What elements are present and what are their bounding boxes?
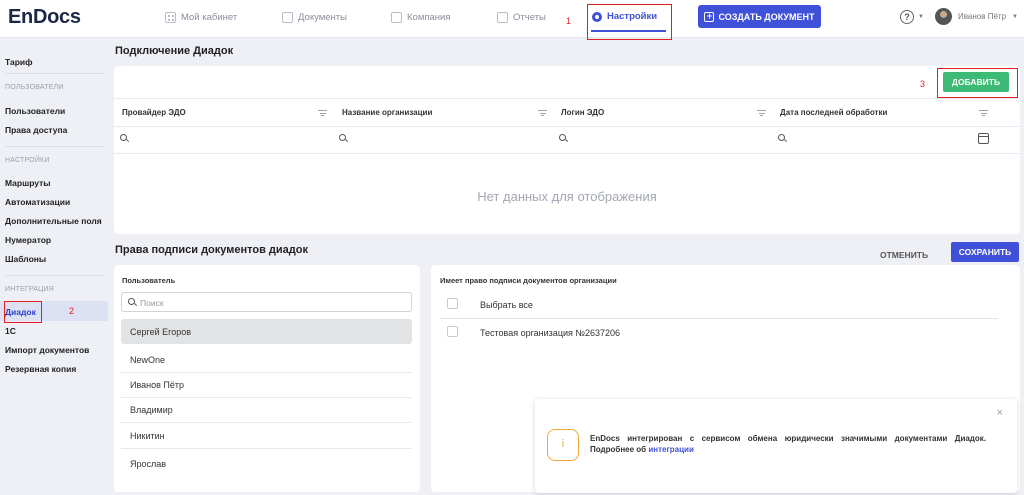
info-icon: i	[547, 429, 579, 461]
search-icon	[128, 298, 135, 305]
org-checkbox[interactable]	[447, 326, 458, 337]
search-input[interactable]: Поиск	[121, 292, 412, 312]
user-item[interactable]: Владимир	[121, 398, 412, 423]
sidebar-item-import[interactable]: Импорт документов	[5, 345, 89, 355]
divider	[5, 146, 105, 147]
nav-company[interactable]: Компания	[391, 12, 450, 23]
sidebar-item-routes[interactable]: Маршруты	[5, 178, 51, 188]
section-integration: ИНТЕГРАЦИЯ	[5, 286, 54, 293]
sidebar-item-access[interactable]: Права доступа	[5, 125, 67, 135]
signing-title: Права подписи документов диадок	[115, 244, 309, 256]
divider	[114, 126, 1020, 127]
sidebar-item-automation[interactable]: Автоматизации	[5, 197, 70, 207]
section-users: ПОЛЬЗОВАТЕЛИ	[5, 84, 64, 91]
integration-link[interactable]: интеграции	[648, 445, 694, 454]
divider	[440, 318, 998, 319]
search-icon[interactable]	[120, 134, 127, 141]
create-document-label: СОЗДАТЬ ДОКУМЕНТ	[718, 11, 815, 22]
nav-label: Мой кабинет	[181, 12, 238, 23]
user-item[interactable]: NewOne	[121, 348, 412, 373]
users-label: Пользователь	[122, 276, 176, 285]
nav-my-cabinet[interactable]: Мой кабинет	[165, 12, 237, 23]
filter-icon[interactable]	[538, 110, 547, 117]
top-header: EnDocs Мой кабинет Документы Компания От…	[0, 0, 1024, 38]
avatar[interactable]	[935, 8, 952, 25]
nav-label: Компания	[407, 12, 451, 23]
filter-icon[interactable]	[979, 110, 988, 117]
user-item[interactable]: Сергей Егоров	[121, 319, 412, 344]
sidebar-item-numerator[interactable]: Нумератор	[5, 235, 51, 245]
search-icon[interactable]	[339, 134, 346, 141]
annotation-box-settings	[587, 4, 672, 40]
connection-card	[114, 66, 1020, 234]
section-settings: НАСТРОЙКИ	[5, 157, 50, 164]
empty-state-text: Нет данных для отображения	[477, 189, 657, 204]
help-icon[interactable]: ?	[900, 10, 914, 24]
close-icon[interactable]: ×	[997, 407, 1003, 419]
user-item[interactable]: Иванов Пётр	[121, 373, 412, 398]
integration-toast: × i EnDocs интегрирован с сервисом обмен…	[535, 399, 1017, 493]
nav-label: Документы	[298, 12, 347, 23]
org-label[interactable]: Тестовая организация №2637206	[480, 328, 620, 338]
chart-icon	[497, 12, 508, 23]
create-document-button[interactable]: + СОЗДАТЬ ДОКУМЕНТ	[698, 5, 821, 28]
nav-label: Отчеты	[513, 12, 546, 23]
user-name[interactable]: Иванов Пётр	[958, 12, 1006, 21]
filter-icon[interactable]	[318, 110, 327, 117]
user-item[interactable]: Никитин	[121, 424, 412, 449]
building-icon	[391, 12, 402, 23]
column-header-provider: Провайдер ЭДО	[122, 108, 186, 117]
filter-icon[interactable]	[757, 110, 766, 117]
user-item[interactable]: Ярослав	[121, 451, 412, 476]
divider	[5, 73, 105, 74]
nav-documents[interactable]: Документы	[282, 12, 347, 23]
divider	[114, 153, 1020, 154]
calendar-icon[interactable]	[978, 133, 989, 144]
select-all-checkbox[interactable]	[447, 298, 458, 309]
annotation-box-diadoc	[4, 301, 42, 323]
column-header-login: Логин ЭДО	[561, 108, 605, 117]
sidebar-item-tariff[interactable]: Тариф	[5, 57, 33, 67]
annotation-box-add	[937, 68, 1018, 98]
search-icon[interactable]	[778, 134, 785, 141]
document-icon	[282, 12, 293, 23]
select-all-label[interactable]: Выбрать все	[480, 300, 533, 310]
search-icon[interactable]	[559, 134, 566, 141]
toast-text: EnDocs интегрирован с сервисом обмена юр…	[590, 433, 986, 455]
sidebar-item-templates[interactable]: Шаблоны	[5, 254, 46, 264]
plus-icon: +	[704, 11, 715, 22]
annotation-number: 3	[920, 79, 926, 89]
chevron-down-icon[interactable]: ▼	[918, 14, 924, 20]
sidebar: Тариф ПОЛЬЗОВАТЕЛИ Пользователи Права до…	[0, 39, 112, 495]
nav-reports[interactable]: Отчеты	[497, 12, 546, 23]
save-button[interactable]: СОХРАНИТЬ	[951, 242, 1019, 262]
divider	[5, 275, 105, 276]
app-logo[interactable]: EnDocs	[8, 6, 81, 29]
chevron-down-icon[interactable]: ▼	[1012, 14, 1018, 20]
cancel-button[interactable]: ОТМЕНИТЬ	[880, 250, 928, 260]
sidebar-item-1c[interactable]: 1С	[5, 326, 16, 336]
orgs-label: Имеет право подписи документов организац…	[440, 276, 617, 285]
sidebar-item-backup[interactable]: Резервная копия	[5, 364, 76, 374]
column-header-org-name: Название организации	[342, 108, 433, 117]
divider	[114, 98, 1020, 99]
grid-icon	[165, 12, 176, 23]
annotation-number: 1	[566, 16, 572, 26]
sidebar-item-extra-fields[interactable]: Дополнительные поля	[5, 216, 102, 226]
column-header-last-date: Дата последней обработки	[780, 108, 888, 117]
connection-title: Подключение Диадок	[115, 45, 234, 57]
sidebar-item-users[interactable]: Пользователи	[5, 106, 65, 116]
search-placeholder: Поиск	[140, 298, 164, 308]
annotation-number: 2	[69, 306, 75, 316]
